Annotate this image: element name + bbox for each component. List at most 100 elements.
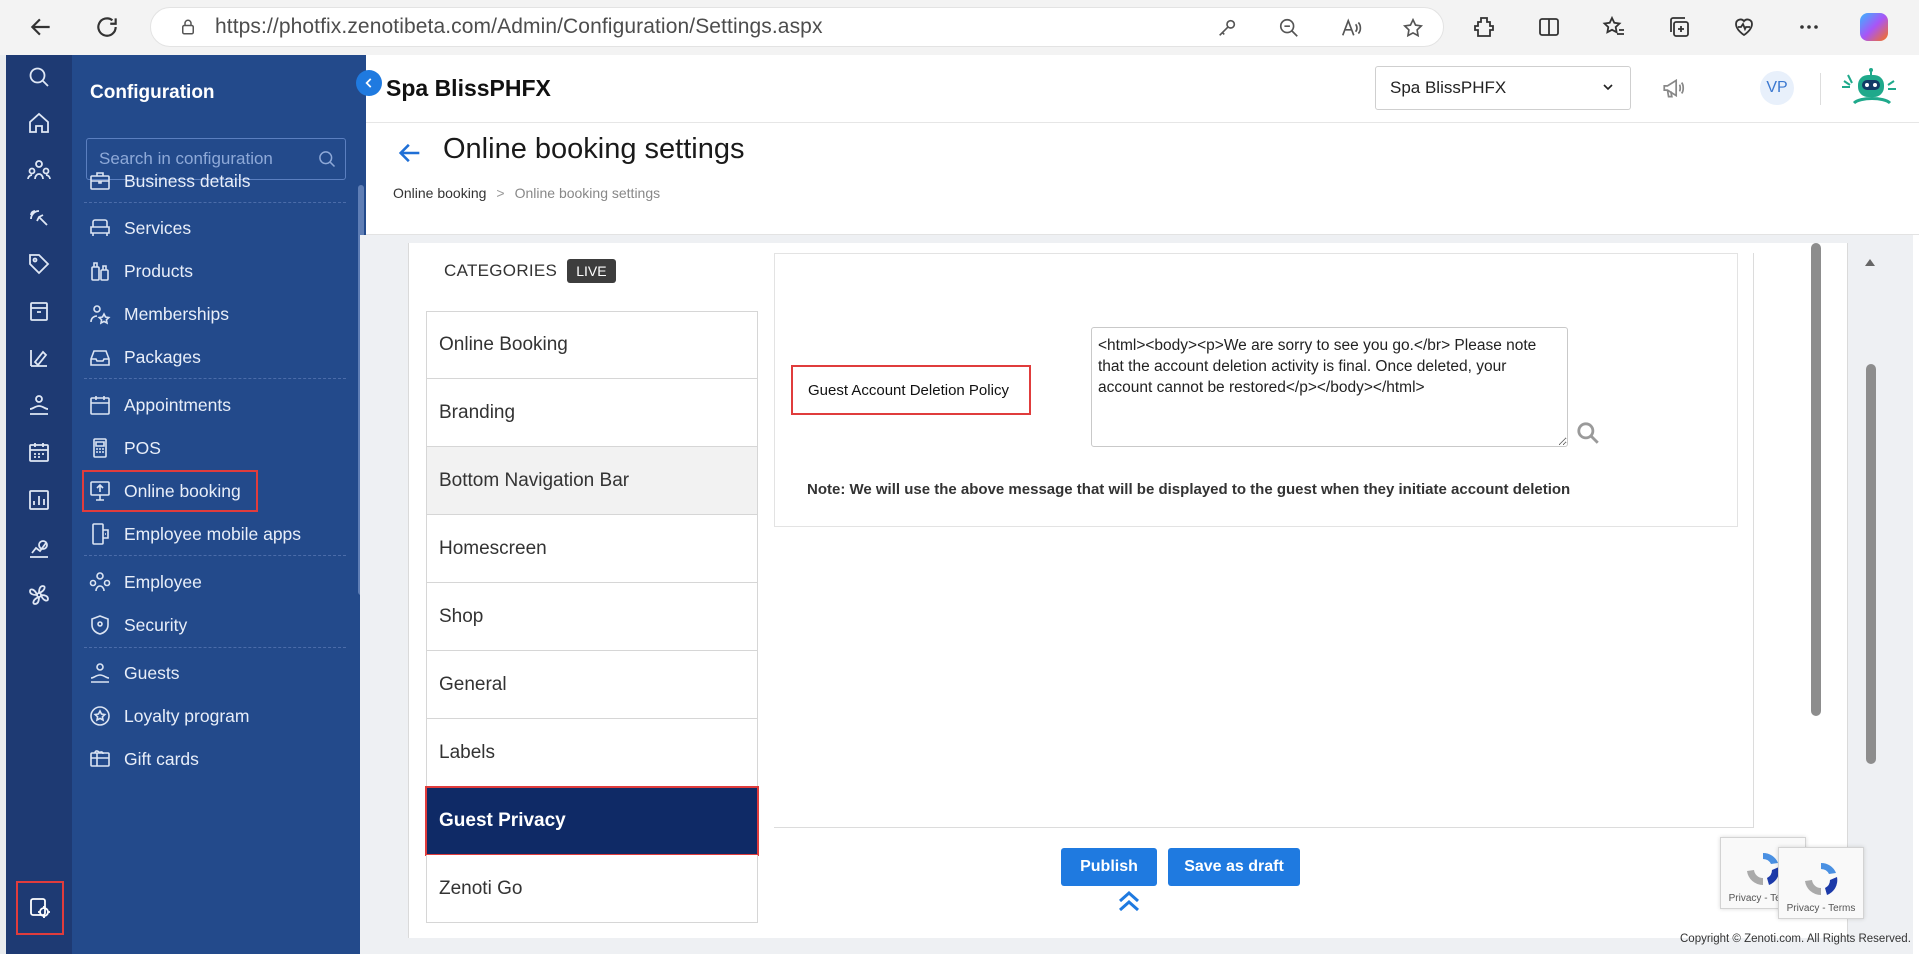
- sidebar-item-security[interactable]: Security: [84, 604, 344, 646]
- center-select-value: Spa BlissPHFX: [1390, 78, 1507, 97]
- rail-settings-icon[interactable]: [16, 881, 64, 935]
- sidebar-title: Configuration: [90, 82, 215, 103]
- copilot-icon[interactable]: [1860, 13, 1888, 41]
- extensions-icon[interactable]: [1470, 13, 1498, 41]
- browser-refresh-icon[interactable]: [92, 12, 122, 42]
- rail-tag-icon[interactable]: [26, 251, 52, 277]
- save-as-draft-button[interactable]: Save as draft: [1168, 848, 1300, 886]
- sidebar-item-label: Memberships: [124, 303, 230, 324]
- rail-calendar-icon[interactable]: [26, 439, 52, 465]
- rail-marketing-icon[interactable]: [26, 204, 52, 230]
- rail-analytics-icon[interactable]: [26, 535, 52, 561]
- rail-search-icon[interactable]: [26, 64, 52, 90]
- category-general[interactable]: General: [426, 651, 758, 719]
- avatar[interactable]: VP: [1760, 71, 1794, 105]
- zoom-out-icon[interactable]: [1277, 16, 1301, 40]
- rail-inventory-icon[interactable]: [26, 298, 52, 324]
- read-aloud-icon[interactable]: [1339, 16, 1363, 40]
- sidebar-item-label: Products: [124, 260, 194, 281]
- mobile-app-icon: [86, 520, 114, 548]
- more-options-icon[interactable]: [1795, 13, 1823, 41]
- deletion-policy-note: Note: We will use the above message that…: [807, 481, 1571, 498]
- shield-icon: [86, 611, 114, 639]
- category-labels[interactable]: Labels: [426, 719, 758, 787]
- category-homescreen[interactable]: Homescreen: [426, 515, 758, 583]
- sidebar-item-gift-cards[interactable]: Gift cards: [84, 738, 344, 780]
- icon-rail: [6, 55, 72, 954]
- rail-home-icon[interactable]: [26, 110, 52, 136]
- category-zenoti-go[interactable]: Zenoti Go: [426, 855, 758, 923]
- sidebar-item-appointments[interactable]: Appointments: [84, 384, 344, 426]
- sidebar-item-loyalty-program[interactable]: Loyalty program: [84, 695, 344, 737]
- sidebar-item-label: Guests: [124, 662, 180, 683]
- content-scrollbar[interactable]: [1811, 243, 1821, 716]
- category-guest-privacy[interactable]: Guest Privacy: [425, 786, 759, 856]
- collapse-sidebar-button[interactable]: [356, 70, 382, 96]
- sidebar-item-label: Loyalty program: [124, 705, 250, 726]
- sidebar-item-guests[interactable]: Guests: [84, 652, 344, 694]
- guest-hand-icon: [86, 659, 114, 687]
- rail-edit-icon[interactable]: [26, 345, 52, 371]
- publish-button[interactable]: Publish: [1061, 848, 1157, 886]
- categories-list: Online Booking Branding Bottom Navigatio…: [425, 311, 759, 923]
- guest-privacy-settings-card: Guest Account Deletion Policy Note: We w…: [774, 253, 1738, 527]
- sidebar-item-packages[interactable]: Packages: [84, 336, 344, 378]
- magnifier-icon[interactable]: [1575, 420, 1601, 446]
- back-arrow-icon[interactable]: [396, 139, 424, 167]
- category-online-booking[interactable]: Online Booking: [426, 311, 758, 379]
- sidebar-item-online-booking[interactable]: Online booking: [82, 470, 258, 512]
- sidebar-item-products[interactable]: Products: [84, 250, 344, 292]
- breadcrumb-separator: >: [496, 185, 505, 201]
- recaptcha-badge[interactable]: Privacy - Terms: [1778, 847, 1864, 919]
- categories-label: CATEGORIES: [444, 261, 558, 280]
- center-select[interactable]: Spa BlissPHFX: [1375, 66, 1631, 110]
- sidebar-item-label: Services: [124, 217, 192, 238]
- category-shop[interactable]: Shop: [426, 583, 758, 651]
- scroll-to-top-icon[interactable]: [1115, 888, 1143, 914]
- sidebar-item-label: POS: [124, 437, 161, 458]
- split-screen-icon[interactable]: [1535, 13, 1563, 41]
- sidebar-item-label: Gift cards: [124, 748, 199, 769]
- sidebar-divider: [84, 378, 346, 379]
- deletion-policy-textarea[interactable]: [1091, 327, 1568, 447]
- sidebar-item-label: Employee: [124, 571, 202, 592]
- breadcrumb-link-online-booking[interactable]: Online booking: [393, 185, 486, 201]
- browser-essentials-icon[interactable]: [1730, 13, 1758, 41]
- category-branding[interactable]: Branding: [426, 379, 758, 447]
- favorite-star-icon[interactable]: [1401, 16, 1425, 40]
- sidebar-item-pos[interactable]: POS: [84, 427, 344, 469]
- rail-fan-icon[interactable]: [26, 582, 52, 608]
- recaptcha-text: Privacy - Terms: [1786, 903, 1856, 914]
- announcements-icon[interactable]: [1661, 75, 1689, 101]
- loyalty-star-icon: [86, 702, 114, 730]
- recaptcha-logo-icon: [1805, 862, 1838, 896]
- configuration-sidebar: Configuration Business details Services …: [72, 55, 366, 954]
- scroll-up-arrow-icon[interactable]: [1864, 255, 1876, 267]
- sidebar-item-employee-mobile-apps[interactable]: Employee mobile apps: [84, 513, 344, 555]
- topbar-divider: [1820, 73, 1821, 105]
- armchair-icon: [86, 214, 114, 242]
- browser-back-icon[interactable]: [26, 12, 56, 42]
- category-bottom-navigation-bar[interactable]: Bottom Navigation Bar: [426, 447, 758, 515]
- key-icon[interactable]: [1215, 16, 1239, 40]
- live-badge: LIVE: [567, 259, 616, 283]
- breadcrumb: Online booking > Online booking settings: [393, 185, 660, 201]
- top-bar: Spa BlissPHFX Spa BlissPHFX VP: [366, 55, 1919, 123]
- gift-card-icon: [86, 745, 114, 773]
- page-scrollbar[interactable]: [1866, 364, 1876, 764]
- sidebar-item-employee[interactable]: Employee: [84, 561, 344, 603]
- sidebar-item-memberships[interactable]: Memberships: [84, 293, 344, 335]
- assistant-bot-icon[interactable]: [1840, 67, 1898, 109]
- rail-reports-icon[interactable]: [26, 487, 52, 513]
- sidebar-item-label: Security: [124, 614, 188, 635]
- rail-guest-icon[interactable]: [26, 392, 52, 418]
- sidebar-item-services[interactable]: Services: [84, 207, 344, 249]
- sidebar-item-business-details[interactable]: Business details: [84, 160, 344, 202]
- favorites-icon[interactable]: [1600, 13, 1628, 41]
- rail-people-icon[interactable]: [26, 157, 52, 183]
- collections-icon[interactable]: [1665, 13, 1693, 41]
- member-star-icon: [86, 300, 114, 328]
- sidebar-divider: [84, 555, 346, 556]
- lock-icon: [179, 18, 197, 36]
- address-bar[interactable]: https://photfix.zenotibeta.com/Admin/Con…: [150, 7, 1444, 47]
